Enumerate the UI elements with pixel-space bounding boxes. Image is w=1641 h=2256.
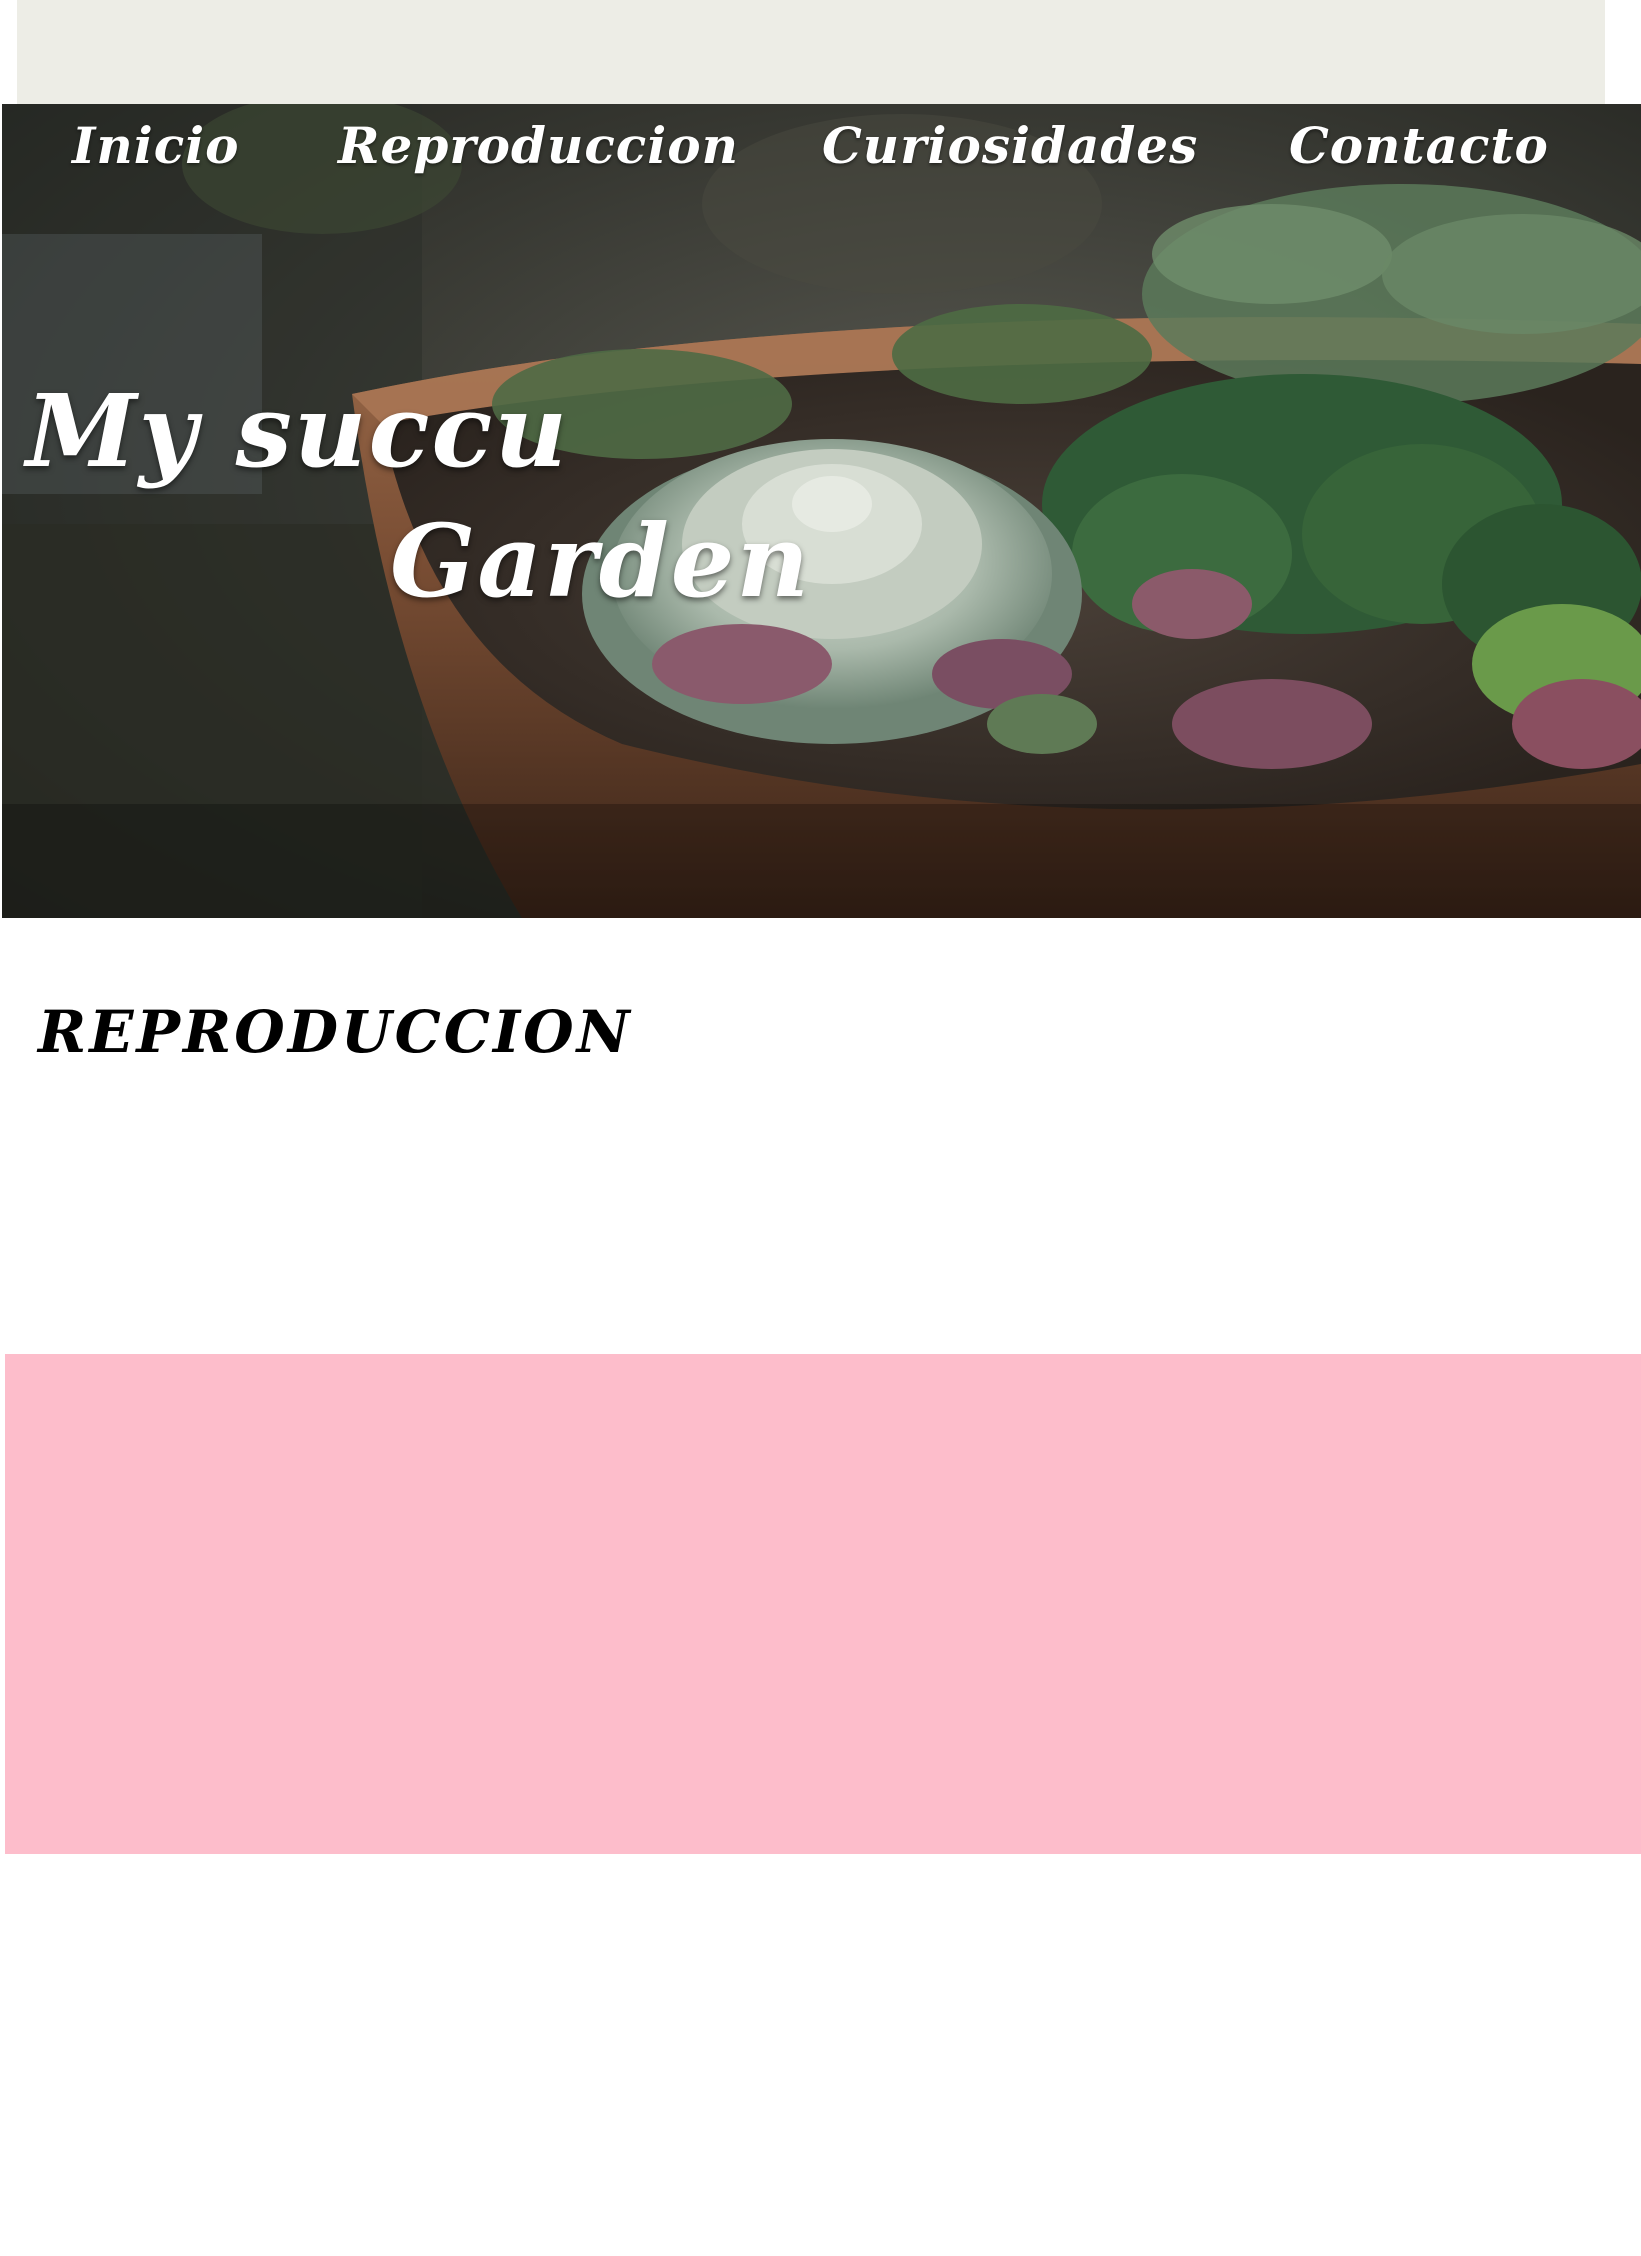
nav-link-curiosidades[interactable]: Curiosidades — [822, 116, 1198, 175]
main-nav: Inicio Reproduccion Curiosidades Contact… — [2, 104, 1641, 184]
top-banner-strip — [17, 0, 1605, 104]
site-title-line1: My succu — [26, 372, 570, 490]
section-title: REPRODUCCION — [38, 998, 633, 1066]
nav-link-contacto[interactable]: Contacto — [1289, 116, 1549, 175]
pink-content-band — [5, 1354, 1641, 1854]
site-title-line2: Garden — [390, 502, 812, 620]
nav-link-reproduccion[interactable]: Reproduccion — [338, 116, 739, 175]
nav-link-inicio[interactable]: Inicio — [72, 116, 240, 175]
hero-banner: Inicio Reproduccion Curiosidades Contact… — [2, 104, 1641, 918]
hero-image — [2, 104, 1641, 918]
